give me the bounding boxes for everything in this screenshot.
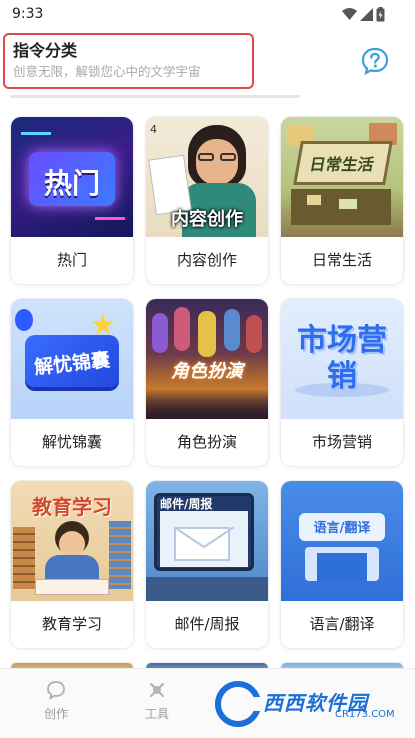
question-icon[interactable] (360, 46, 390, 76)
category-card-content-creation[interactable]: 4 内容创作 内容创作 (146, 117, 268, 284)
battery-icon (376, 7, 385, 22)
watermark-logo: 西西软件园 CR173.COM (215, 679, 410, 729)
category-card-marketing[interactable]: 市场营销 市场营销 (281, 299, 403, 466)
logo-icon (215, 681, 261, 727)
category-image-email-report: 邮件/周报 (146, 481, 268, 601)
bottom-nav: 创作 工具 西西软件园 CR173.COM (0, 668, 415, 738)
category-card-education[interactable]: 教育学习 教育学习 (11, 481, 133, 648)
category-label: 角色扮演 (176, 433, 237, 451)
category-image-text: 热门 (43, 167, 100, 200)
tools-icon (150, 683, 164, 697)
category-card-language-translation[interactable]: 语言/翻译 语言/翻译 (281, 481, 403, 648)
category-label: 语言/翻译 (309, 615, 375, 633)
category-image-content-creation: 4 内容创作 (146, 117, 268, 237)
page-subtitle: 创意无限，解锁您心中的文学宇宙 (13, 64, 201, 79)
category-label: 解忧锦囊 (41, 433, 102, 451)
title-box: 指令分类 创意无限，解锁您心中的文学宇宙 (3, 33, 254, 89)
category-label: 市场营销 (311, 433, 372, 451)
category-card-email-report[interactable]: 邮件/周报 邮件/周报 (146, 481, 268, 648)
status-time: 9:33 (12, 6, 44, 22)
nav-label: 工具 (144, 707, 169, 721)
status-bar: 9:33 (0, 0, 415, 30)
category-card-worry-relief[interactable]: 解忧锦囊 解忧锦囊 (11, 299, 133, 466)
title-underline (10, 95, 300, 98)
category-image-text: 日常生活 (308, 155, 376, 174)
nav-item-tools[interactable]: 工具 (127, 679, 187, 722)
category-image-language-translation: 语言/翻译 (281, 481, 403, 601)
category-image-text: 角色扮演 (171, 361, 243, 382)
header: 指令分类 创意无限，解锁您心中的文学宇宙 (0, 30, 415, 98)
category-label: 教育学习 (41, 615, 102, 633)
category-image-text: 语言/翻译 (313, 521, 371, 536)
category-image-text: 邮件/周报 (160, 497, 213, 511)
watermark-sub: CR173.COM (335, 709, 395, 720)
category-image-marketing: 市场营销 (281, 299, 403, 419)
page-title: 指令分类 (13, 41, 78, 60)
category-image-text: 市场营销 (297, 323, 387, 394)
category-image-education: 教育学习 (11, 481, 133, 601)
category-card-role-play[interactable]: 角色扮演 角色扮演 (146, 299, 268, 466)
signal-icon (360, 8, 373, 21)
category-image-text: 内容创作 (171, 209, 243, 230)
category-image-daily-life: 日常生活 (281, 117, 403, 237)
category-label: 内容创作 (176, 251, 237, 269)
category-label: 日常生活 (311, 251, 372, 269)
category-label: 邮件/周报 (174, 615, 240, 633)
envelope-icon (174, 527, 234, 549)
wifi-icon (342, 8, 357, 20)
nav-label: 创作 (43, 707, 68, 721)
category-image-role-play: 角色扮演 (146, 299, 268, 419)
category-card-hot[interactable]: 热门 热门 (11, 117, 133, 284)
category-card-daily-life[interactable]: 日常生活 日常生活 (281, 117, 403, 284)
category-label: 热门 (56, 251, 87, 269)
category-image-worry-relief: 解忧锦囊 (11, 299, 133, 419)
category-image-text: 教育学习 (32, 495, 112, 519)
chat-bubble-icon (47, 681, 65, 700)
category-image-hot: 热门 (11, 117, 133, 237)
status-icons (342, 7, 385, 22)
nav-item-create[interactable]: 创作 (26, 679, 86, 722)
